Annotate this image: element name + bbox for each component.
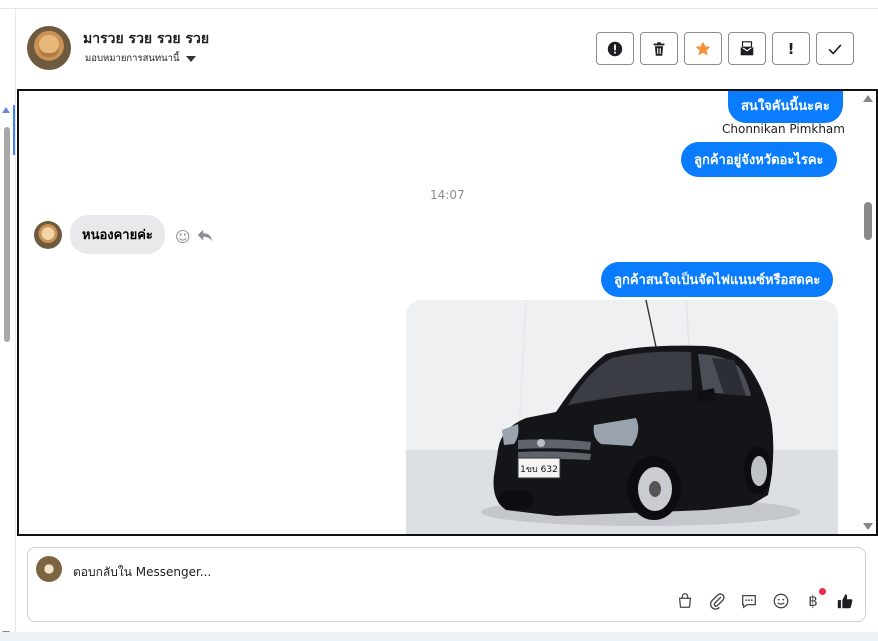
like-button[interactable]: [835, 591, 855, 611]
message-timestamp: 14:07: [430, 188, 465, 202]
left-scroll-rail: [0, 9, 16, 641]
paperclip-icon: [709, 593, 725, 610]
caret-down-icon: [185, 55, 196, 62]
top-border: [0, 0, 878, 9]
left-scrollbar-thumb[interactable]: [4, 127, 10, 342]
exclamation-icon: !: [787, 39, 795, 58]
thumbs-up-icon: [837, 594, 853, 609]
react-smiley-icon[interactable]: ☺: [175, 228, 191, 246]
shopping-bag-icon: [678, 593, 692, 608]
assign-conversation-dropdown[interactable]: มอบหมายการสนทนานี้: [85, 51, 196, 66]
smiley-icon: [773, 593, 789, 609]
car-image: 1ขบ 632: [406, 300, 838, 534]
reply-input[interactable]: ตอบกลับใน Messenger...: [73, 563, 211, 582]
scroll-up-arrow-icon[interactable]: [863, 95, 873, 102]
contact-name: มารวย รวย รวย รวย: [83, 31, 210, 47]
emoji-button[interactable]: [771, 591, 791, 611]
star-button[interactable]: [684, 32, 722, 65]
thread-scrollbar[interactable]: [860, 91, 876, 534]
scroll-down-arrow-icon[interactable]: [863, 523, 873, 530]
reply-composer[interactable]: ตอบกลับใน Messenger... ฿: [27, 547, 866, 622]
payment-button[interactable]: ฿: [803, 588, 826, 611]
composer-actions: ฿: [675, 588, 855, 611]
trash-icon: [653, 41, 665, 56]
alert-circle-icon: [607, 41, 623, 56]
assign-label: มอบหมายการสนทนานี้: [85, 53, 180, 64]
conversation-header: มารวย รวย รวย รวย มอบหมายการสนทนานี้ !: [17, 10, 878, 88]
outgoing-message[interactable]: สนใจคันนี้นะคะ: [728, 91, 843, 123]
bottom-band: [0, 632, 878, 641]
scroll-up-arrow-icon[interactable]: [2, 107, 10, 113]
contact-avatar[interactable]: [27, 26, 71, 70]
saved-replies-button[interactable]: [739, 591, 759, 611]
shop-bag-button[interactable]: [675, 591, 695, 611]
page-avatar: [36, 556, 62, 582]
incoming-message[interactable]: หนองคายค่ะ: [70, 215, 165, 254]
license-plate-text: 1ขบ 632: [520, 465, 558, 475]
contact-avatar-small[interactable]: [34, 221, 62, 249]
car-photo-attachment[interactable]: 1ขบ 632: [406, 300, 838, 534]
reply-icon[interactable]: [196, 226, 214, 248]
message-thread[interactable]: สนใจคันนี้นะคะ Chonnikan Pimkham ลูกค้าอ…: [17, 89, 878, 536]
attach-button[interactable]: [707, 591, 727, 611]
conversation-toolbar: !: [596, 32, 854, 65]
mark-done-button[interactable]: [816, 32, 854, 65]
report-spam-button[interactable]: [596, 32, 634, 65]
active-indicator: [13, 105, 15, 155]
sender-name: Chonnikan Pimkham: [722, 122, 845, 136]
star-icon: [695, 41, 711, 55]
priority-button[interactable]: !: [772, 32, 810, 65]
baht-icon: ฿: [808, 592, 818, 610]
mark-unread-icon: [740, 40, 754, 55]
outgoing-message[interactable]: ลูกค้าสนใจเป็นจัดไฟแนนซ์หรือสดคะ: [601, 262, 834, 297]
notification-dot: [819, 588, 826, 595]
chat-bubble-icon: [742, 594, 756, 609]
outgoing-message[interactable]: ลูกค้าอยู่จังหวัดอะไรคะ: [681, 142, 837, 177]
thread-scrollbar-thumb[interactable]: [864, 202, 872, 240]
delete-button[interactable]: [640, 32, 678, 65]
check-icon: [828, 43, 842, 55]
mark-unread-button[interactable]: [728, 32, 766, 65]
